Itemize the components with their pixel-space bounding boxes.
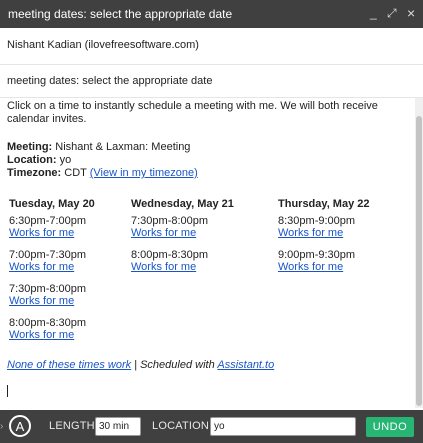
- meeting-label: Meeting:: [7, 141, 53, 153]
- day-heading: Wednesday, May 21: [131, 198, 234, 210]
- day-heading: Tuesday, May 20: [9, 198, 95, 210]
- vertical-scrollbar[interactable]: [415, 98, 423, 408]
- location-toolbar-label: LOCATION: [152, 420, 210, 432]
- timezone-value: CDT: [64, 167, 87, 179]
- schedule-footer: None of these times work | Scheduled wit…: [7, 359, 274, 371]
- time-slot: 8:00pm-8:30pm Works for me: [131, 249, 261, 273]
- works-for-me-link[interactable]: Works for me: [9, 329, 139, 341]
- length-label: LENGTH: [49, 420, 95, 432]
- works-for-me-link[interactable]: Works for me: [278, 261, 408, 273]
- logo-letter: A: [15, 419, 25, 434]
- day-column-tuesday: Tuesday, May 20 6:30pm-7:00pm Works for …: [9, 198, 139, 341]
- from-field[interactable]: Nishant Kadian (ilovefreesoftware.com): [0, 28, 423, 65]
- slot-time: 7:30pm-8:00pm: [131, 215, 209, 227]
- time-slot: 7:30pm-8:00pm Works for me: [9, 283, 139, 307]
- none-work-link[interactable]: None of these times work: [7, 359, 131, 371]
- view-timezone-link[interactable]: (View in my timezone): [90, 167, 198, 179]
- timezone-label: Timezone:: [7, 167, 62, 179]
- text-caret: [7, 385, 8, 397]
- undo-button[interactable]: UNDO: [366, 417, 414, 437]
- scheduled-with-text: | Scheduled with: [131, 359, 218, 371]
- time-slot: 8:00pm-8:30pm Works for me: [9, 317, 139, 341]
- day-column-thursday: Thursday, May 22 8:30pm-9:00pm Works for…: [278, 198, 408, 273]
- time-slot: 7:00pm-7:30pm Works for me: [9, 249, 139, 273]
- from-value: Nishant Kadian (ilovefreesoftware.com): [7, 39, 199, 51]
- slot-time: 9:00pm-9:30pm: [278, 249, 356, 261]
- location-label: Location:: [7, 154, 57, 166]
- slot-time: 8:30pm-9:00pm: [278, 215, 356, 227]
- minimize-icon[interactable]: _: [370, 6, 377, 20]
- slot-time: 7:00pm-7:30pm: [9, 249, 87, 261]
- slot-time: 8:00pm-8:30pm: [9, 317, 87, 329]
- scrollbar-thumb[interactable]: [416, 116, 422, 406]
- works-for-me-link[interactable]: Works for me: [9, 295, 139, 307]
- works-for-me-link[interactable]: Works for me: [9, 227, 139, 239]
- works-for-me-link[interactable]: Works for me: [278, 227, 408, 239]
- time-slot: 7:30pm-8:00pm Works for me: [131, 215, 261, 239]
- expand-icon[interactable]: ⤢: [387, 6, 397, 21]
- time-slot: 9:00pm-9:30pm Works for me: [278, 249, 408, 273]
- subject-field[interactable]: meeting dates: select the appropriate da…: [0, 65, 423, 98]
- collapse-arrow-icon[interactable]: ›: [0, 421, 3, 432]
- slot-time: 8:00pm-8:30pm: [131, 249, 209, 261]
- works-for-me-link[interactable]: Works for me: [131, 227, 261, 239]
- length-input[interactable]: [95, 417, 141, 436]
- time-slot: 8:30pm-9:00pm Works for me: [278, 215, 408, 239]
- location-input[interactable]: [210, 417, 356, 436]
- message-body[interactable]: Click on a time to instantly schedule a …: [0, 98, 415, 408]
- meeting-details: Meeting: Nishant & Laxman: Meeting Locat…: [7, 141, 198, 180]
- window-title: meeting dates: select the appropriate da…: [8, 7, 233, 21]
- day-heading: Thursday, May 22: [278, 198, 370, 210]
- intro-text: Click on a time to instantly schedule a …: [7, 100, 378, 125]
- assistant-logo-icon[interactable]: A: [9, 415, 31, 437]
- meeting-value: Nishant & Laxman: Meeting: [55, 141, 191, 153]
- works-for-me-link[interactable]: Works for me: [131, 261, 261, 273]
- subject-value: meeting dates: select the appropriate da…: [7, 75, 213, 87]
- day-column-wednesday: Wednesday, May 21 7:30pm-8:00pm Works fo…: [131, 198, 261, 273]
- window-titlebar: meeting dates: select the appropriate da…: [0, 0, 423, 28]
- assistant-toolbar: › A LENGTH LOCATION UNDO: [0, 410, 423, 443]
- assistant-link[interactable]: Assistant.to: [217, 359, 274, 371]
- slot-time: 6:30pm-7:00pm: [9, 215, 87, 227]
- works-for-me-link[interactable]: Works for me: [9, 261, 139, 273]
- slot-time: 7:30pm-8:00pm: [9, 283, 87, 295]
- location-value: yo: [59, 154, 72, 166]
- close-icon[interactable]: ×: [407, 5, 415, 21]
- time-slot: 6:30pm-7:00pm Works for me: [9, 215, 139, 239]
